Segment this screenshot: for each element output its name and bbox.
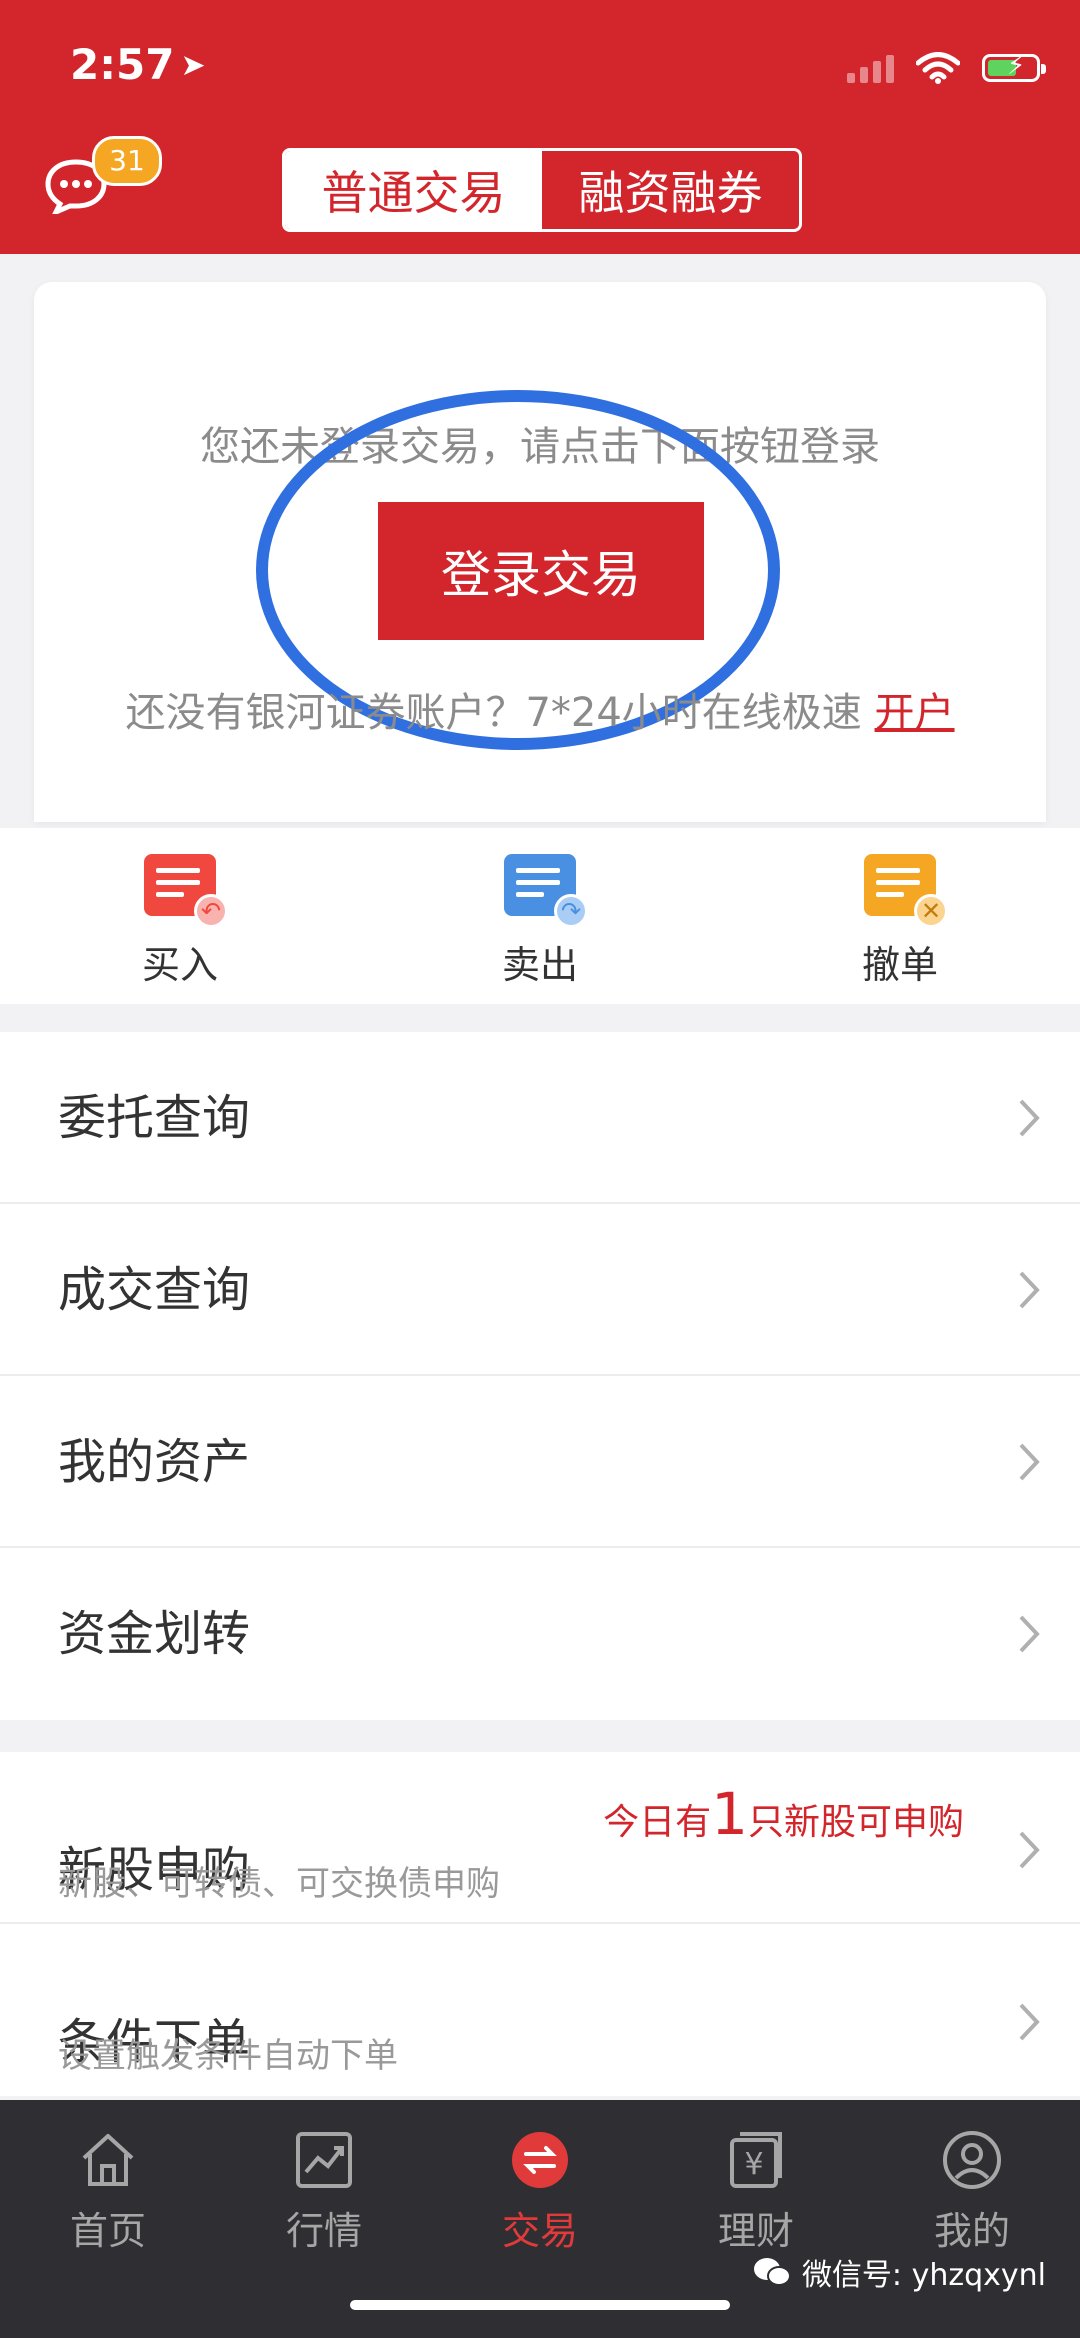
tab-label: 首页 [69, 2209, 146, 2253]
watermark-text: 微信号: yhzqxynl [801, 2258, 1046, 2293]
list-item-label: 委托查询 [58, 1090, 251, 1146]
chevron-right-icon [1019, 1271, 1040, 1309]
open-account-link[interactable]: 开户 [875, 690, 955, 736]
watermark: 微信号: yhzqxynl [752, 2250, 1046, 2294]
header: 2:57 ➤ ⚡ 31 普通交易 融资融券 [0, 0, 1080, 254]
battery-icon: ⚡ [982, 53, 1046, 82]
list-item-fund-transfer[interactable]: 资金划转 [0, 1548, 1080, 1720]
wifi-icon [916, 52, 960, 84]
list-item-desc: 设置触发条件自动下单 [58, 2036, 398, 2076]
profile-icon [943, 2131, 1001, 2189]
list-item-label: 资金划转 [58, 1606, 251, 1662]
message-badge: 31 [92, 136, 162, 186]
login-trade-button[interactable]: 登录交易 [378, 502, 704, 640]
location-icon: ➤ [180, 48, 206, 83]
tab-normal-trade[interactable]: 普通交易 [285, 151, 542, 229]
open-account-line: 还没有银河证券账户？7*24小时在线极速 开户 [0, 680, 1080, 738]
list-item-conditional-order[interactable]: 条件下单 设置触发条件自动下单 [0, 1924, 1080, 2096]
list-item-my-assets[interactable]: 我的资产 [0, 1376, 1080, 1548]
list-item-label: 成交查询 [58, 1262, 251, 1318]
home-indicator [350, 2300, 730, 2310]
chart-icon [296, 2132, 352, 2188]
buy-button[interactable]: ↶ 买入 [0, 828, 360, 1004]
chevron-right-icon [1019, 1831, 1040, 1869]
tab-label: 行情 [285, 2209, 362, 2253]
quick-actions: ↶ 买入 ↷ 卖出 ✕ 撤单 [0, 828, 1080, 1004]
tab-label: 交易 [501, 2209, 578, 2253]
tab-profile[interactable]: 我的 [864, 2100, 1080, 2338]
status-icons: ⚡ [847, 48, 1046, 88]
cancel-order-button[interactable]: ✕ 撤单 [720, 828, 1080, 1004]
sell-button[interactable]: ↷ 卖出 [360, 828, 720, 1004]
tab-margin-trade[interactable]: 融资融券 [542, 151, 799, 229]
wechat-icon [753, 2258, 791, 2286]
cancel-order-label: 撤单 [861, 943, 938, 987]
list-item-label: 我的资产 [58, 1434, 251, 1490]
clock: 2:57 [70, 40, 175, 89]
list-item-deal-query[interactable]: 成交查询 [0, 1204, 1080, 1376]
ipo-promo: 今日有1只新股可申购 [603, 1780, 964, 1848]
chevron-right-icon [1019, 2003, 1040, 2041]
list-item-order-query[interactable]: 委托查询 [0, 1032, 1080, 1204]
finance-icon: ¥ [730, 2132, 782, 2188]
tab-label: 理财 [717, 2209, 794, 2253]
chevron-right-icon [1019, 1099, 1040, 1137]
query-menu: 委托查询 成交查询 我的资产 资金划转 [0, 1032, 1080, 1720]
sell-icon: ↷ [504, 854, 588, 928]
trade-mode-segment: 普通交易 融资融券 [282, 148, 802, 232]
tab-label: 我的 [933, 2209, 1010, 2253]
svg-text:¥: ¥ [744, 2147, 763, 2182]
chevron-right-icon [1019, 1615, 1040, 1653]
home-icon [82, 2134, 134, 2186]
trade-icon [512, 2132, 568, 2188]
cellular-signal-icon [847, 53, 894, 83]
list-item-desc: 新股、可转债、可交换债申购 [58, 1864, 500, 1904]
cancel-order-icon: ✕ [864, 854, 948, 928]
open-account-text: 还没有银河证券账户？7*24小时在线极速 [125, 690, 862, 736]
status-time: 2:57 ➤ [70, 40, 206, 89]
sell-label: 卖出 [501, 943, 578, 987]
buy-icon: ↶ [144, 854, 228, 928]
tab-home[interactable]: 首页 [0, 2100, 216, 2338]
ipo-menu: 新股申购 新股、可转债、可交换债申购 今日有1只新股可申购 条件下单 设置触发条… [0, 1752, 1080, 2096]
buy-label: 买入 [141, 943, 218, 987]
list-item-ipo-subscribe[interactable]: 新股申购 新股、可转债、可交换债申购 今日有1只新股可申购 [0, 1752, 1080, 1924]
chevron-right-icon [1019, 1443, 1040, 1481]
login-prompt: 您还未登录交易，请点击下面按钮登录 [200, 424, 880, 470]
